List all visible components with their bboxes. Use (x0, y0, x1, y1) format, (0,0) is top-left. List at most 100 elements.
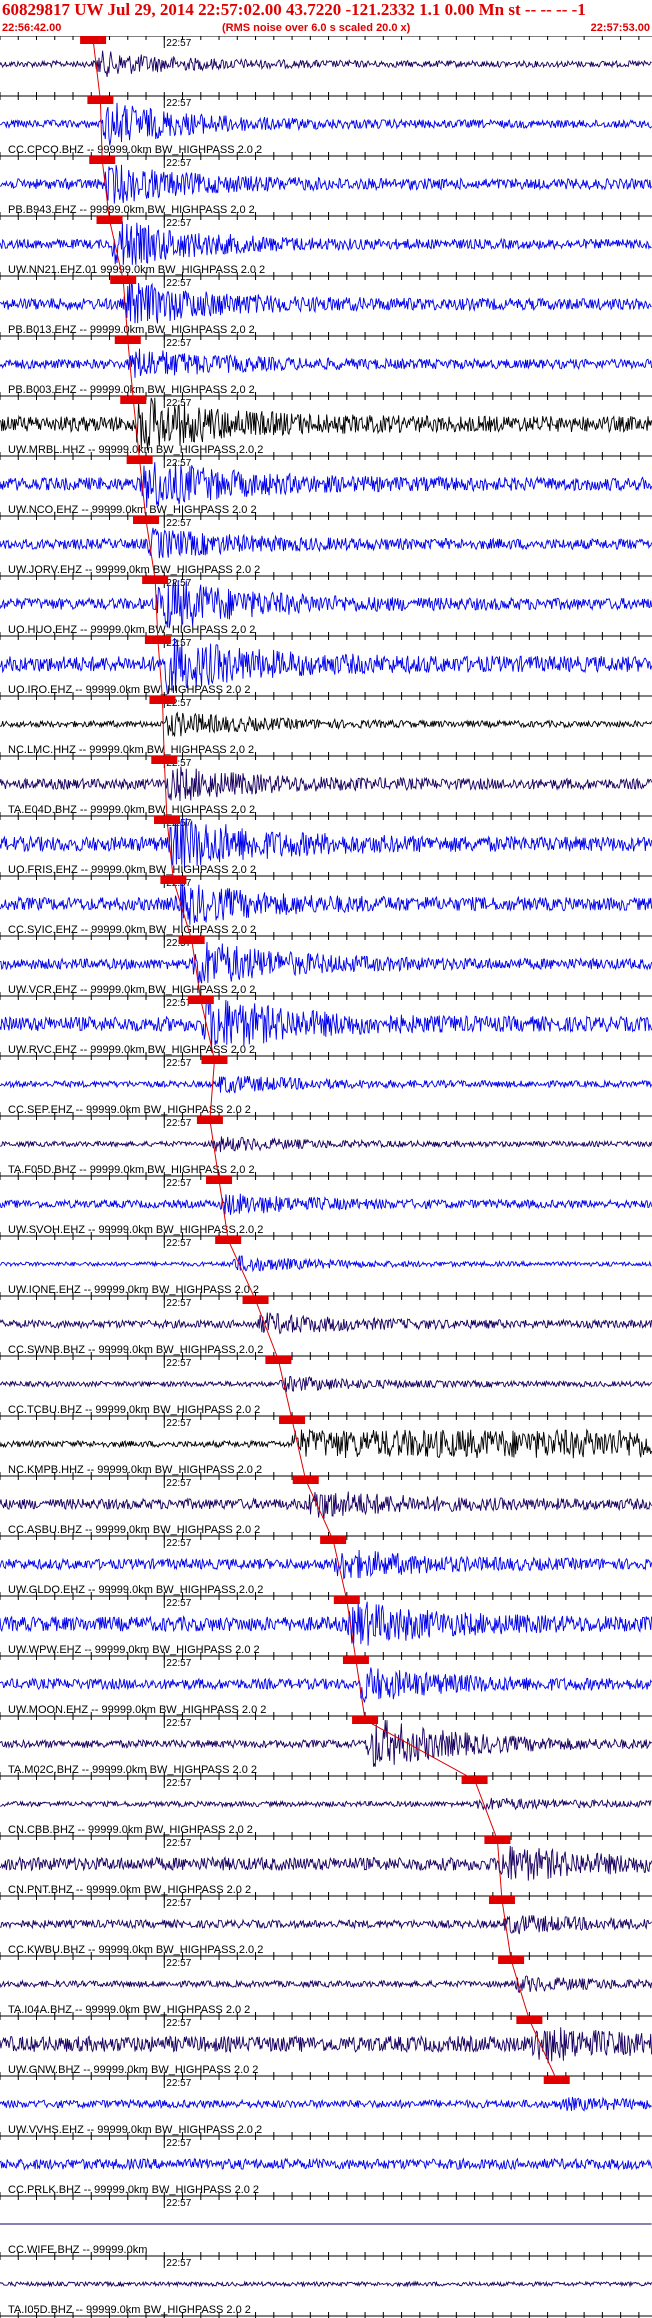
waveform (0, 1491, 652, 1519)
waveform (0, 817, 652, 868)
station-label: PB.B943.EHZ -- 99999.0km BW_HIGHPASS 2.0… (8, 204, 255, 216)
minute-label: 22:57 (166, 1478, 191, 1489)
waveform (0, 2096, 652, 2112)
waveform (0, 164, 652, 204)
waveform (0, 1845, 652, 1881)
waveform (0, 1719, 652, 1767)
station-label: CC.SEP.EHZ -- 99999.0km BW_HIGHPASS 2.0 … (8, 1104, 251, 1116)
minute-label: 22:57 (166, 1898, 191, 1909)
station-label: UW.SVOH.EHZ -- 99999.0km BW_HIGHPASS 2.0… (8, 1224, 263, 1236)
minute-label: 22:57 (166, 1178, 191, 1189)
minute-label: 22:57 (166, 1298, 191, 1309)
end-time-label: 22:57:53.00 (590, 22, 650, 34)
waveform (0, 711, 652, 737)
minute-label: 22:57 (166, 458, 191, 469)
minute-label: 22:57 (166, 2138, 191, 2149)
minute-label: 22:57 (166, 578, 191, 589)
event-title: 60829817 UW Jul 29, 2014 22:57:02.00 43.… (2, 0, 586, 19)
waveform (0, 1375, 652, 1393)
station-label: UO.IRO.EHZ -- 99999.0km BW_HIGHPASS 2.0 … (8, 684, 250, 696)
plot-header: 60829817 UW Jul 29, 2014 22:57:02.00 43.… (0, 0, 652, 40)
scaling-subtitle: (RMS noise over 6.0 s scaled 20.0 x) (222, 22, 411, 34)
waveform (0, 997, 652, 1051)
minute-label: 22:57 (166, 1058, 191, 1069)
minute-label: 22:57 (166, 158, 191, 169)
station-label: CC.ASBU.BHZ -- 99999.0km BW_HIGHPASS 2.0… (8, 1524, 260, 1536)
station-label: UW.WPW.EHZ -- 99999.0km BW_HIGHPASS 2.0 … (8, 1644, 260, 1656)
waveform (0, 1601, 652, 1646)
minute-label: 22:57 (166, 1538, 191, 1549)
waveform (0, 880, 652, 927)
minute-label: 22:57 (166, 2258, 191, 2269)
station-label: CN.CBB.BHZ -- 99999.0km BW_HIGHPASS 2.0 … (8, 1824, 253, 1836)
station-label: TA.I05D.BHZ -- 99999.0km BW_HIGHPASS 2.0… (8, 2304, 251, 2316)
station-label: CN.PNT.BHZ -- 99999.0km BW_HIGHPASS 2.0 … (8, 1884, 251, 1896)
waveform (0, 397, 652, 451)
waveform (0, 1549, 652, 1580)
station-label: UW.RVC.EHZ -- 99999.0km BW_HIGHPASS 2.0 … (8, 1044, 255, 1056)
waveform (0, 1076, 652, 1094)
station-label: CC.KWBU.BHZ -- 99999.0km BW_HIGHPASS 2.0… (8, 1944, 263, 1956)
station-label: UW.NN21.EHZ.01 99999.0km BW_HIGHPASS 2.0… (8, 264, 265, 276)
station-label: CC.TCBU.BHZ -- 99999.0km BW_HIGHPASS 2.0… (8, 1404, 260, 1416)
minute-label: 22:57 (166, 2018, 191, 2029)
minute-label: 22:57 (166, 1358, 191, 1369)
waveform (0, 1975, 652, 1994)
station-label: PB.B003.EHZ -- 99999.0km BW_HIGHPASS 2.0… (8, 384, 255, 396)
station-label: UW.MRBL.HHZ -- 99999.0km BW_HIGHPASS 2.0… (8, 444, 263, 456)
waveform (0, 2280, 652, 2288)
minute-label: 22:57 (166, 1658, 191, 1669)
minute-label: 22:57 (166, 518, 191, 529)
minute-label: 22:57 (166, 218, 191, 229)
pick-marker (543, 2076, 570, 2084)
minute-label: 22:57 (166, 1238, 191, 1249)
station-label: UW.MOON.EHZ -- 99999.0km BW_HIGHPASS 2.0… (8, 1704, 266, 1716)
waveform (0, 281, 652, 324)
station-label: TA.M02C.BHZ -- 99999.0km BW_HIGHPASS 2.0… (8, 1764, 257, 1776)
minute-label: 22:57 (166, 1418, 191, 1429)
waveform (0, 102, 652, 146)
waveform (0, 348, 652, 378)
station-label: PB.B013.EHZ -- 99999.0km BW_HIGHPASS 2.0… (8, 324, 255, 336)
station-label: UW.JORV.EHZ -- 99999.0km BW_HIGHPASS 2.0… (8, 564, 260, 576)
station-label: TA.I04A.BHZ -- 99999.0km BW_HIGHPASS 2.0… (8, 2004, 250, 2016)
waveform (0, 1312, 652, 1335)
station-label: UW.VCR.EHZ -- 99999.0km BW_HIGHPASS 2.0 … (8, 984, 255, 996)
waveform (0, 1667, 652, 1703)
station-label: CC.PRLK.BHZ -- 99999.0km BW_HIGHPASS 2.0… (8, 2184, 259, 2196)
station-label: CC.WIFE.BHZ -- 99999.0km (8, 2244, 147, 2256)
waveform (0, 2157, 652, 2171)
minute-label: 22:57 (166, 1838, 191, 1849)
station-label: NC.LMC.HHZ -- 99999.0km BW_HIGHPASS 2.0 … (8, 744, 254, 756)
start-time-label: 22:56:42.00 (2, 22, 62, 34)
waveform (0, 462, 652, 508)
station-label: TA.E04D.BHZ -- 99999.0km BW_HIGHPASS 2.0… (8, 804, 255, 816)
waveform (0, 1136, 652, 1153)
station-label: CC.CPCO.BHZ -- 99999.0km BW_HIGHPASS 2.0… (8, 144, 262, 156)
waveform (0, 1193, 652, 1215)
minute-label: 22:57 (166, 98, 191, 109)
waveform (0, 941, 652, 984)
waveform (0, 766, 652, 802)
minute-label: 22:57 (166, 338, 191, 349)
minute-label: 22:57 (166, 2078, 191, 2089)
minute-label: 22:57 (166, 1718, 191, 1729)
waveform (0, 527, 652, 559)
waveform (0, 221, 652, 265)
minute-label: 22:57 (166, 2198, 191, 2209)
minute-label: 22:57 (166, 1598, 191, 1609)
waveform (0, 50, 652, 77)
waveform (0, 580, 652, 629)
station-label: NC.KMPB.HHZ -- 99999.0km BW_HIGHPASS 2.0… (8, 1464, 262, 1476)
minute-label: 22:57 (166, 1118, 191, 1129)
minute-label: 22:57 (166, 278, 191, 289)
waveform (0, 2027, 652, 2064)
station-label: UW.GLDO.EHZ -- 99999.0km BW_HIGHPASS 2.0… (8, 1584, 263, 1596)
seismogram-plot: 22:57 22:57 CC.CPCO.BHZ -- 99999.0km BW_HI… (0, 36, 652, 2318)
minute-label: 22:57 (166, 1958, 191, 1969)
station-label: UW.GNW.BHZ -- 99999.0km BW_HIGHPASS 2.0 … (8, 2064, 258, 2076)
waveform (0, 1915, 652, 1935)
minute-label: 22:57 (166, 1778, 191, 1789)
waveform (0, 1428, 652, 1459)
station-label: UW.VVHS.EHZ -- 99999.0km BW_HIGHPASS 2.0… (8, 2124, 262, 2136)
